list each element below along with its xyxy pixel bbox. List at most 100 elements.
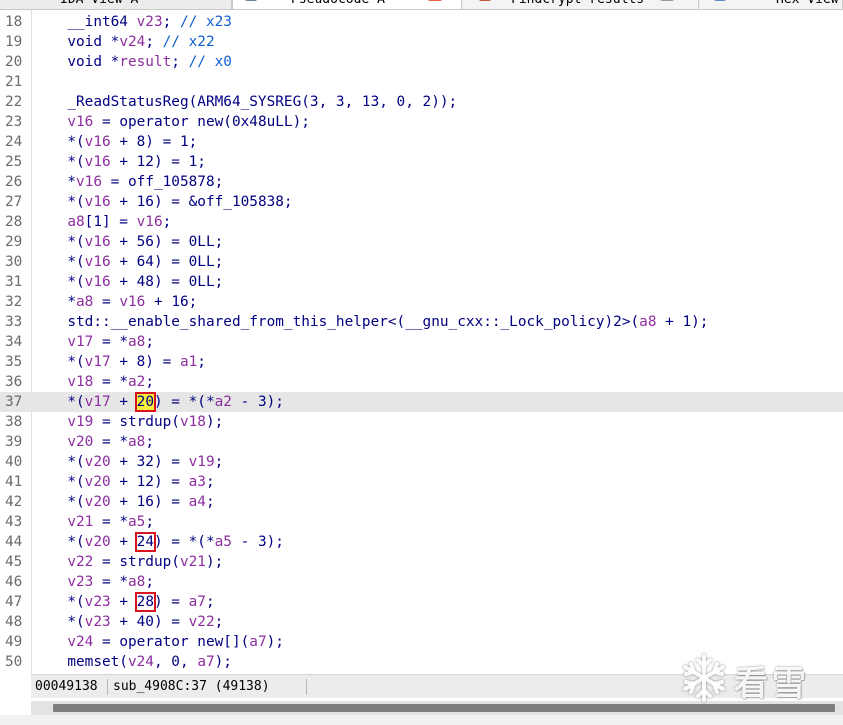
code-line[interactable]: 34 v17 = *a8; <box>0 332 843 352</box>
close-icon[interactable]: × <box>428 0 442 1</box>
variable-token: v16 <box>84 154 111 170</box>
variable-token: v24 <box>67 634 94 650</box>
code-line[interactable]: 25 *(v16 + 12) = 1; <box>0 152 843 172</box>
code-line[interactable]: 48 *(v23 + 40) = v22; <box>0 612 843 632</box>
code-line[interactable]: 29 *(v16 + 56) = 0LL; <box>0 232 843 252</box>
line-number: 45 <box>5 554 23 570</box>
tab-findcrypt-results[interactable]: Findcrypt results × <box>463 0 699 9</box>
code-token: ); <box>266 634 284 650</box>
tab-label: IDA View-A <box>60 0 138 8</box>
code-token: ; <box>214 454 224 470</box>
code-line[interactable]: 30 *(v16 + 64) = 0LL; <box>0 252 843 272</box>
tab-pseudocode-a[interactable]: Pseudocode-A × <box>232 0 462 9</box>
code-token: ); <box>205 554 224 570</box>
variable-token: v24 <box>119 34 146 50</box>
code-text: v20 = *a8; <box>50 432 154 452</box>
line-number: 19 <box>5 34 23 50</box>
line-number: 22 <box>5 94 23 110</box>
code-token: *( <box>50 194 85 210</box>
code-token: std::__enable_shared_from_this_helper<(_… <box>50 314 640 330</box>
code-line[interactable]: 20 void *result; // x0 <box>0 52 843 72</box>
line-number: 25 <box>5 154 23 170</box>
code-token: *( <box>50 534 85 550</box>
tab-label: Hex View-1 <box>776 0 843 8</box>
code-line[interactable]: 43 v21 = *a5; <box>0 512 843 532</box>
code-line[interactable]: 37 *(v17 + 20) = *(*a2 - 3); <box>0 392 843 412</box>
code-line[interactable]: 41 *(v20 + 12) = a3; <box>0 472 843 492</box>
code-text: v22 = strdup(v21); <box>50 552 223 572</box>
code-token: + 8) = 1; <box>110 134 198 150</box>
code-line[interactable]: 46 v23 = *a8; <box>0 572 843 592</box>
code-line[interactable]: 36 v18 = *a2; <box>0 372 843 392</box>
code-line[interactable]: 39 v20 = *a8; <box>0 432 843 452</box>
code-text: *(v16 + 12) = 1; <box>50 152 206 172</box>
snowflake-logo-icon <box>683 654 725 702</box>
code-line[interactable]: 26 *v16 = off_105878; <box>0 172 843 192</box>
line-number: 30 <box>5 254 23 270</box>
code-line[interactable]: 21 <box>0 72 843 92</box>
variable-token: a8 <box>67 214 85 230</box>
window-bottom-edge <box>0 715 843 725</box>
code-token: *( <box>50 354 85 370</box>
code-line[interactable]: 45 v22 = strdup(v21); <box>0 552 843 572</box>
variable-token: v20 <box>84 534 111 550</box>
code-text: *(v20 + 12) = a3; <box>50 472 215 492</box>
code-line[interactable]: 47 *(v23 + 28) = a7; <box>0 592 843 612</box>
code-text: *(v16 + 48) = 0LL; <box>50 272 223 292</box>
code-token: _ReadStatusReg(ARM64_SYSREG(3, 3, 13, 0,… <box>50 94 458 110</box>
code-text: _ReadStatusReg(ARM64_SYSREG(3, 3, 13, 0,… <box>50 92 457 112</box>
code-line[interactable]: 35 *(v17 + 8) = a1; <box>0 352 843 372</box>
code-token: + 16; <box>145 294 198 310</box>
close-icon[interactable]: × <box>660 0 674 1</box>
code-line[interactable]: 44 *(v20 + 24) = *(*a5 - 3); <box>0 532 843 552</box>
code-line[interactable]: 42 *(v20 + 16) = a4; <box>0 492 843 512</box>
tab-hex-view-1[interactable]: Hex View-1 <box>700 0 843 9</box>
code-token: = operator new(0x48uLL); <box>93 114 310 130</box>
code-line[interactable]: 38 v19 = strdup(v18); <box>0 412 843 432</box>
variable-token: a7 <box>188 594 206 610</box>
line-number: 20 <box>5 54 23 70</box>
code-line[interactable]: 31 *(v16 + 48) = 0LL; <box>0 272 843 292</box>
code-text: __int64 v23; // x23 <box>50 12 232 32</box>
code-token: ; <box>205 474 215 490</box>
variable-token: v20 <box>84 474 111 490</box>
code-text: *(v16 + 8) = 1; <box>50 132 197 152</box>
code-token: *( <box>50 614 85 630</box>
code-token: + 48) = 0LL; <box>110 274 224 290</box>
code-line[interactable]: 33 std::__enable_shared_from_this_helper… <box>0 312 843 332</box>
code-text: *(v20 + 16) = a4; <box>50 492 214 512</box>
tab-ida-view-a[interactable]: IDA View-A <box>0 0 232 9</box>
code-token: = strdup( <box>93 554 180 570</box>
code-text: v16 = operator new(0x48uLL); <box>50 112 310 132</box>
code-line[interactable]: 27 *(v16 + 16) = &off_105838; <box>0 192 843 212</box>
code-line[interactable]: 23 v16 = operator new(0x48uLL); <box>0 112 843 132</box>
code-token: ; <box>145 334 154 350</box>
code-line[interactable]: 22 _ReadStatusReg(ARM64_SYSREG(3, 3, 13,… <box>0 92 843 112</box>
watermark: 看雪 <box>674 648 834 708</box>
code-line[interactable]: 18 __int64 v23; // x23 <box>0 12 843 32</box>
line-number: 31 <box>5 274 23 290</box>
annotated-offset: 28 <box>134 592 157 612</box>
variable-token: v21 <box>179 554 206 570</box>
code-line[interactable]: 19 void *v24; // x22 <box>0 32 843 52</box>
code-token: = operator new[]( <box>93 634 250 650</box>
variable-token: v16 <box>84 134 111 150</box>
variable-token: a8 <box>127 434 146 450</box>
tab-bar: IDA View-A Pseudocode-A × Findcrypt resu… <box>0 0 843 10</box>
code-line[interactable]: 24 *(v16 + 8) = 1; <box>0 132 843 152</box>
code-line[interactable]: 32 *a8 = v16 + 16; <box>0 292 843 312</box>
pseudocode-editor[interactable]: 18 __int64 v23; // x23 19 void *v24; // x… <box>0 10 843 674</box>
code-line[interactable]: 28 a8[1] = v16; <box>0 212 843 232</box>
line-number: 35 <box>5 354 23 370</box>
variable-token: v19 <box>188 454 215 470</box>
code-line[interactable]: 40 *(v20 + 32) = v19; <box>0 452 843 472</box>
variable-token: v18 <box>67 374 94 390</box>
code-token: + 16) = <box>110 494 189 510</box>
line-number: 43 <box>5 514 23 530</box>
code-token: = strdup( <box>93 414 180 430</box>
code-token: - 3); <box>231 534 284 550</box>
status-divider <box>306 679 307 695</box>
